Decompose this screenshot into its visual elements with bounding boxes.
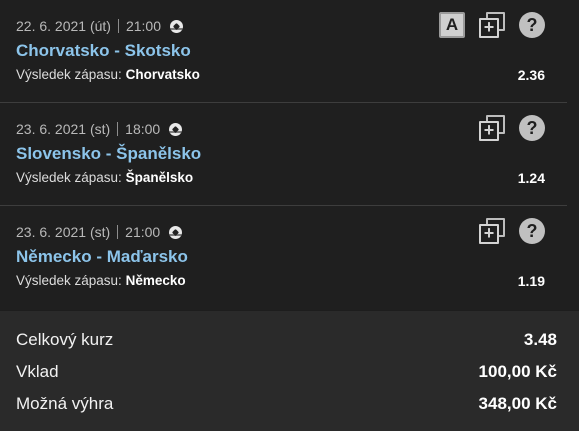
bet-actions: A + ? xyxy=(439,12,545,38)
total-odds-value: 3.48 xyxy=(523,330,557,349)
add-copy-icon[interactable]: + xyxy=(479,115,505,141)
selection-text: Výsledek zápasu: Španělsko xyxy=(16,169,193,187)
bet-list: 22. 6. 2021 (út) 21:00 Chorvatsko - Skot… xyxy=(0,0,579,310)
selection-value: Španělsko xyxy=(125,170,194,185)
stake-label: Vklad xyxy=(16,362,59,381)
add-copy-icon[interactable]: + xyxy=(479,218,505,244)
bet-date: 23. 6. 2021 (st) xyxy=(16,224,111,240)
bet-item: 22. 6. 2021 (út) 21:00 Chorvatsko - Skot… xyxy=(0,0,567,103)
bet-actions: + ? xyxy=(479,115,545,141)
bet-item: 23. 6. 2021 (st) 21:00 Německo - Maďarsk… xyxy=(0,206,567,310)
bet-time: 21:00 xyxy=(125,18,161,34)
selection-row: Výsledek zápasu: Chorvatsko 2.36 xyxy=(16,66,545,84)
add-copy-icon[interactable]: + xyxy=(479,12,505,38)
stake-value: 100,00 Kč xyxy=(478,362,557,381)
bet-date: 23. 6. 2021 (st) xyxy=(16,121,111,137)
bet-actions: + ? xyxy=(479,218,545,244)
possible-win-value: 348,00 Kč xyxy=(478,394,557,413)
bet-date: 22. 6. 2021 (út) xyxy=(16,18,111,34)
market-label: Výsledek zápasu: xyxy=(16,273,122,288)
odds-value: 2.36 xyxy=(517,67,545,83)
match-link[interactable]: Slovensko - Španělsko xyxy=(16,144,545,164)
meta-divider xyxy=(117,19,119,33)
bet-slip: 22. 6. 2021 (út) 21:00 Chorvatsko - Skot… xyxy=(0,0,579,431)
market-label: Výsledek zápasu: xyxy=(16,170,122,185)
possible-win-label: Možná výhra xyxy=(16,394,114,413)
selection-value: Chorvatsko xyxy=(125,67,200,82)
bet-time: 21:00 xyxy=(125,224,161,240)
market-label: Výsledek zápasu: xyxy=(16,67,122,82)
meta-divider xyxy=(117,122,119,136)
match-link[interactable]: Německo - Maďarsko xyxy=(16,247,545,267)
bet-time: 18:00 xyxy=(125,121,161,137)
total-odds-label: Celkový kurz xyxy=(16,330,114,349)
football-icon xyxy=(169,225,183,239)
football-icon xyxy=(169,122,183,136)
selection-text: Výsledek zápasu: Německo xyxy=(16,272,186,290)
stake-row: Vklad 100,00 Kč xyxy=(16,360,557,392)
meta-divider xyxy=(117,225,119,239)
possible-win-row: Možná výhra 348,00 Kč xyxy=(16,392,557,424)
help-icon[interactable]: ? xyxy=(519,218,545,244)
odds-value: 1.24 xyxy=(517,170,545,186)
odds-value: 1.19 xyxy=(517,273,545,289)
bet-meta: 23. 6. 2021 (st) 21:00 xyxy=(16,224,545,240)
selection-row: Výsledek zápasu: Španělsko 1.24 xyxy=(16,169,545,187)
bet-item: 23. 6. 2021 (st) 18:00 Slovensko - Španě… xyxy=(0,103,567,206)
selection-row: Výsledek zápasu: Německo 1.19 xyxy=(16,272,545,290)
bet-meta: 23. 6. 2021 (st) 18:00 xyxy=(16,121,545,137)
match-link[interactable]: Chorvatsko - Skotsko xyxy=(16,41,545,61)
help-icon[interactable]: ? xyxy=(519,115,545,141)
selection-value: Německo xyxy=(125,273,186,288)
football-icon xyxy=(170,19,183,33)
total-odds-row: Celkový kurz 3.48 xyxy=(16,328,557,360)
help-icon[interactable]: ? xyxy=(519,12,545,38)
selection-text: Výsledek zápasu: Chorvatsko xyxy=(16,66,200,84)
bet-summary: Celkový kurz 3.48 Vklad 100,00 Kč Možná … xyxy=(0,311,579,431)
a-icon[interactable]: A xyxy=(439,12,465,38)
